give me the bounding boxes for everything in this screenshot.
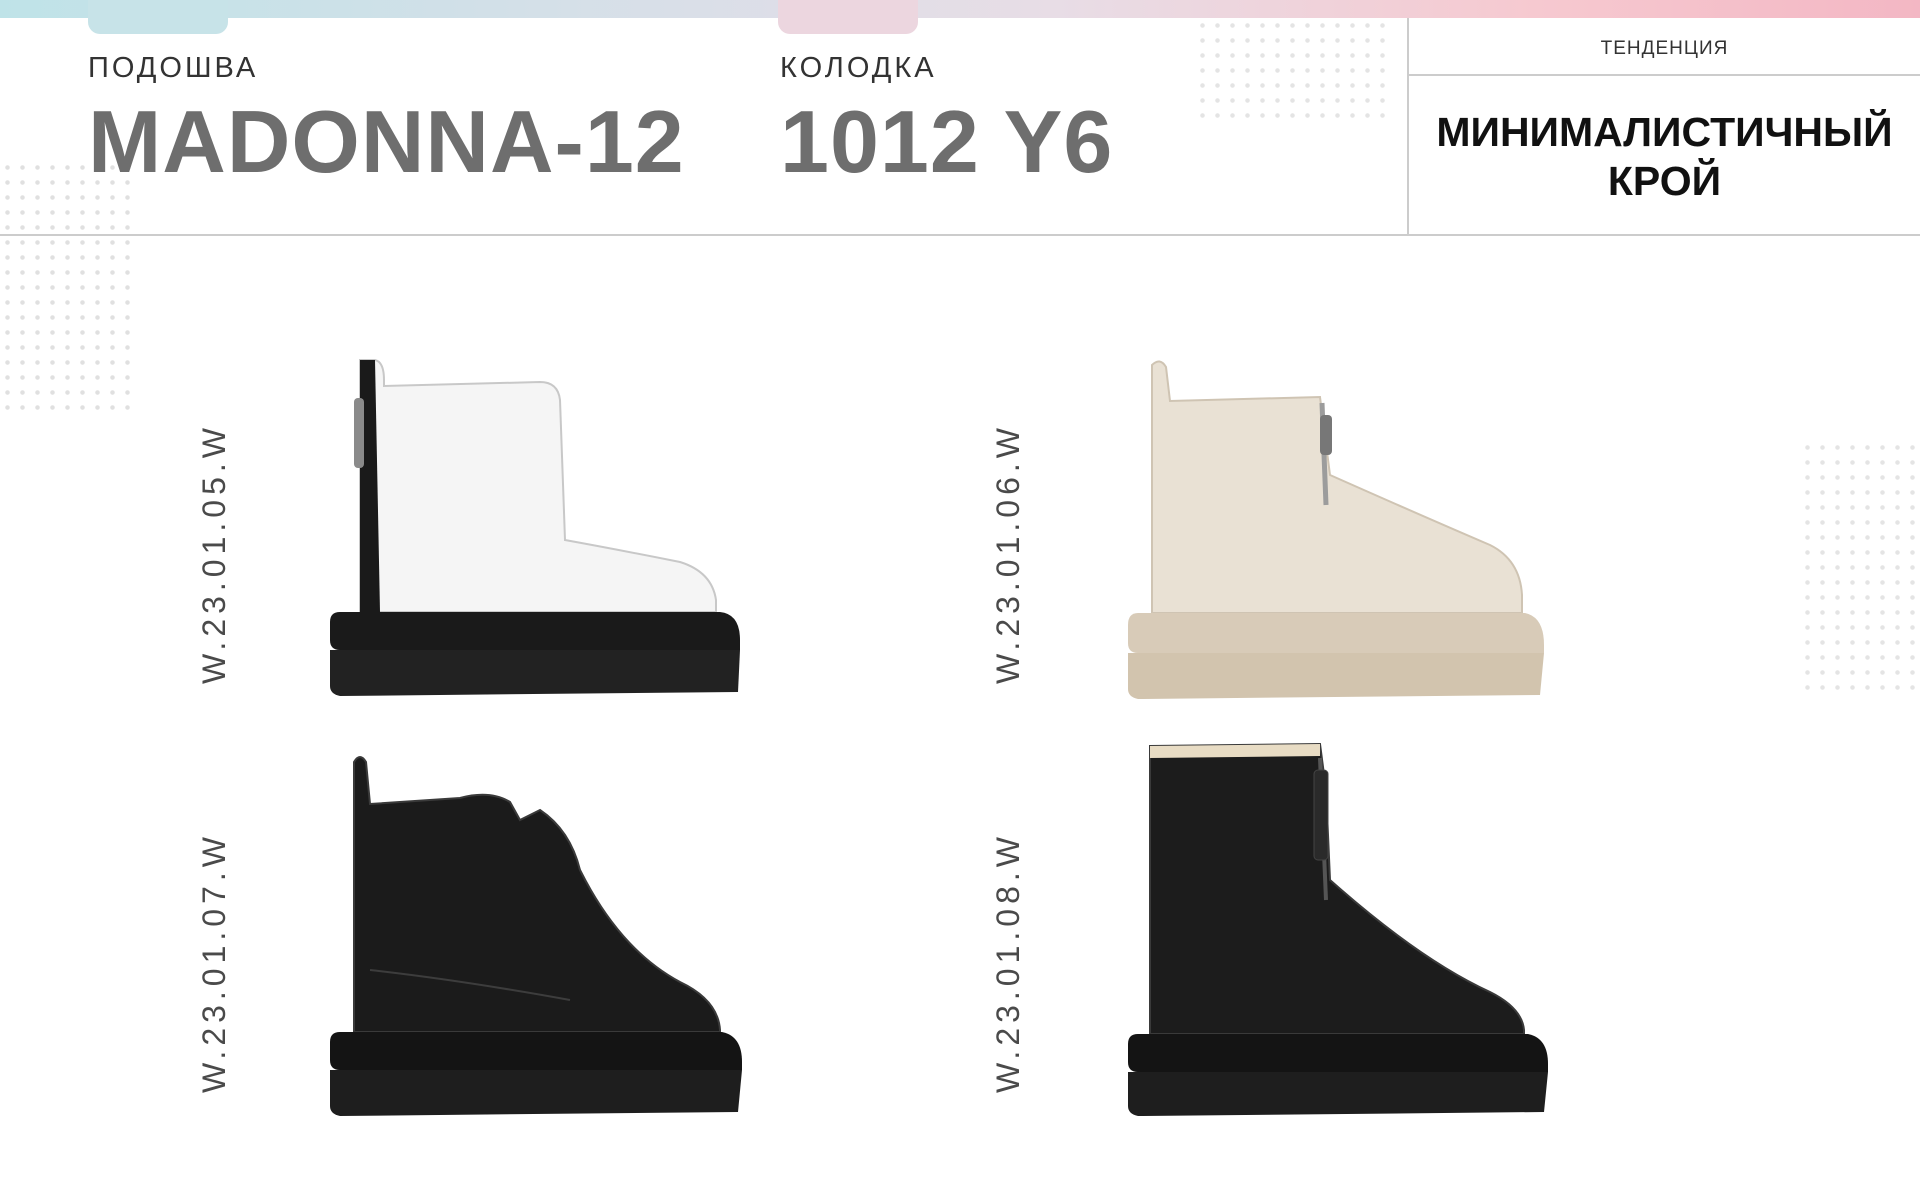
boot-image-black-loafer-boot: [330, 756, 742, 1116]
boot-upper: [1151, 360, 1523, 614]
last-label: КОЛОДКА: [780, 52, 937, 84]
trend-divider: [1409, 74, 1920, 76]
boot-sole-tread: [1128, 1072, 1548, 1116]
boot-sole: [1128, 1034, 1548, 1072]
boot-sole-tread: [330, 1070, 742, 1116]
decorative-dot-pattern: [1195, 18, 1385, 118]
boot-image-black-zip: [1128, 742, 1548, 1116]
boot-sole: [330, 612, 740, 650]
trend-label: ТЕНДЕНЦИЯ: [1600, 38, 1729, 59]
boot-sole: [330, 1032, 742, 1070]
boot-lining: [1150, 744, 1320, 758]
zip-pull-icon: [1313, 769, 1329, 861]
decorative-dot-pattern: [1800, 440, 1920, 690]
product-code: W.23.01.08.W: [990, 832, 1026, 1093]
decorative-tab-left: [88, 0, 228, 34]
boot-sole-tread: [330, 650, 740, 696]
product-code: W.23.01.05.W: [196, 423, 232, 684]
sole-label: ПОДОШВА: [88, 52, 259, 84]
trend-value-line-2: КРОЙ: [1607, 158, 1722, 205]
boot-sole: [1128, 613, 1544, 653]
trend-value-line-1: МИНИМАЛИСТИЧНЫЙ: [1436, 109, 1893, 155]
boot-image-cream: [1128, 360, 1544, 699]
decorative-gradient-strip: [0, 0, 1920, 18]
boot-upper: [1149, 742, 1525, 1035]
product-code: W.23.01.06.W: [990, 423, 1026, 684]
decorative-tab-middle: [778, 0, 918, 34]
boot-upper: [359, 359, 717, 613]
boot-upper: [353, 756, 721, 1033]
boot-sole-tread: [1128, 653, 1544, 699]
product-code: W.23.01.07.W: [196, 832, 232, 1093]
zip-pull-icon: [1320, 415, 1332, 455]
boot-image-white: [330, 359, 740, 696]
decorative-dot-pattern: [0, 160, 135, 410]
trend-value: МИНИМАЛИСТИЧНЫЙ КРОЙ: [1409, 108, 1920, 206]
last-name: 1012 Y6: [780, 92, 1114, 191]
sole-name: MADONNA-12: [88, 92, 685, 191]
zip-pull-icon: [354, 398, 364, 468]
header-divider-horizontal: [0, 234, 1920, 236]
